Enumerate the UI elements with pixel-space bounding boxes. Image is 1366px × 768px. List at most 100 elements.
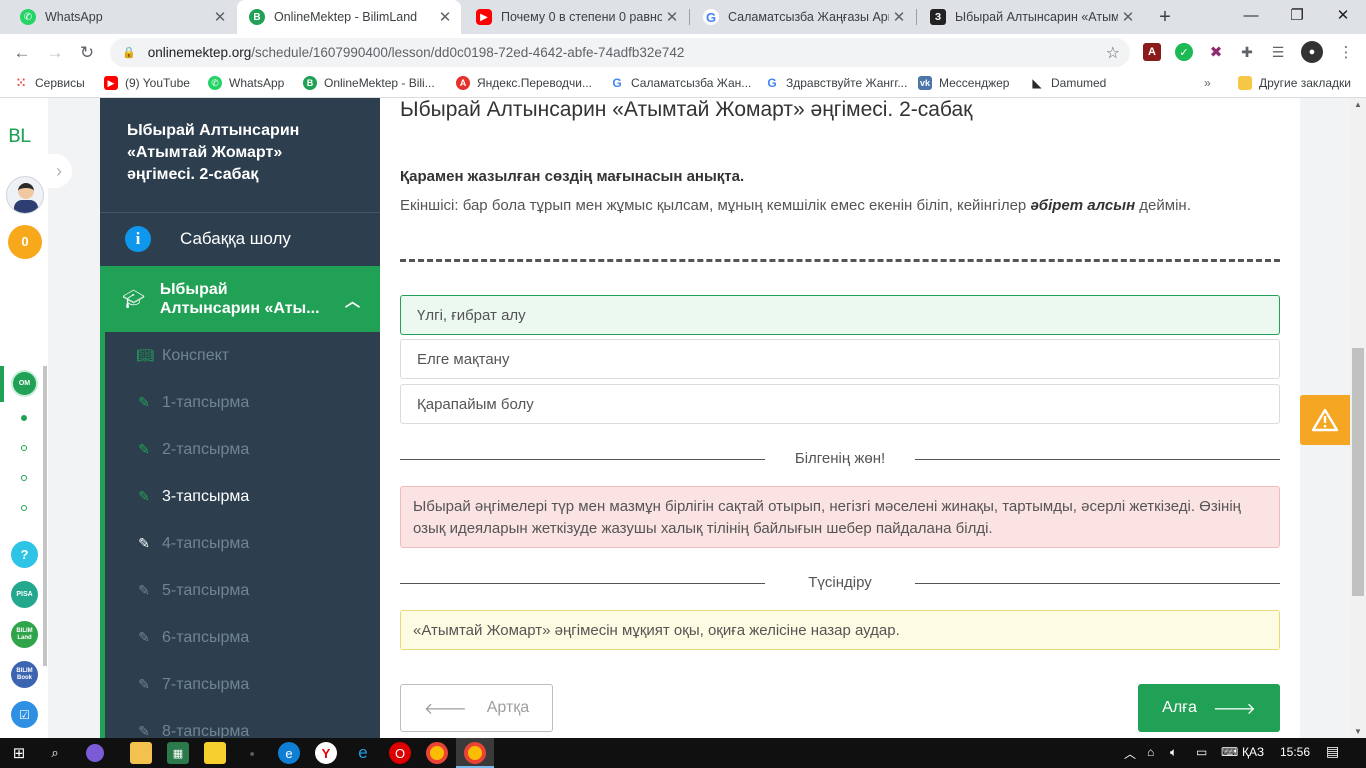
clock[interactable]: 15:56 <box>1280 745 1310 759</box>
answer-option-2[interactable]: Елге мақтану <box>400 339 1280 379</box>
new-tab-icon[interactable]: + <box>1154 6 1176 28</box>
media-queue-icon[interactable]: ☰ <box>1269 43 1287 61</box>
cross-extension-icon[interactable]: ✖ <box>1207 43 1225 61</box>
explain-heading: Түсіндіру <box>765 574 915 591</box>
scrollbar-thumb[interactable] <box>1352 348 1364 596</box>
close-icon[interactable]: ✕ <box>889 8 909 26</box>
bookmark-youtube[interactable]: ▶ (9) YouTube <box>104 76 190 90</box>
bookmark-damumed[interactable]: ◣ Damumed <box>1030 76 1106 90</box>
windows-start-icon[interactable]: ⊞ <box>8 742 30 764</box>
chrome-icon[interactable] <box>426 742 448 764</box>
sidebar-item-task-4[interactable]: ✎ 4-тапсырма <box>105 520 380 567</box>
bookmarks-overflow-icon[interactable]: » <box>1204 76 1211 90</box>
onlinemektep-icon[interactable]: OM <box>11 370 38 397</box>
opera-icon[interactable]: O <box>389 742 411 764</box>
internet-explorer-icon[interactable]: e <box>352 742 374 764</box>
coin-counter[interactable]: 0 <box>8 225 42 259</box>
bookmark-label: Мессенджер <box>939 76 1010 90</box>
rail-dot[interactable] <box>21 415 27 421</box>
yandex-browser-icon[interactable]: Y <box>315 742 337 764</box>
bookmark-google-1[interactable]: G Саламатсызба Жан... <box>610 76 751 90</box>
back-button[interactable]: 🡐 Артқа <box>400 684 553 732</box>
close-icon[interactable]: ✕ <box>662 8 682 26</box>
sidebar-item-task-7[interactable]: ✎ 7-тапсырма <box>105 661 380 708</box>
forward-arrow-icon[interactable]: → <box>43 41 67 65</box>
bookmark-google-2[interactable]: G Здравствуйте Жангг... <box>765 76 907 90</box>
bookmark-whatsapp[interactable]: ✆ WhatsApp <box>208 76 284 90</box>
file-explorer-icon[interactable] <box>130 742 152 764</box>
language-indicator[interactable]: ҚАЗ <box>1242 745 1264 759</box>
sidebar-item-konspekt[interactable]: 📖︎ Конспект <box>105 332 380 379</box>
network-icon[interactable]: ⌂ <box>1147 745 1154 759</box>
page-scrollbar[interactable]: ▲ ▼ <box>1350 98 1366 738</box>
search-icon[interactable]: ⌕ <box>44 742 66 764</box>
bilimbook-icon[interactable]: BILIM Book <box>11 661 38 688</box>
app-purple-icon[interactable] <box>86 744 104 762</box>
keyboard-icon[interactable]: ⌨ <box>1221 745 1238 759</box>
tab-whatsapp[interactable]: ✆ WhatsApp ✕ <box>8 0 236 34</box>
chevron-up-icon[interactable]: ︿ <box>345 290 360 311</box>
sidebar-item-task-2[interactable]: ✎ 2-тапсырма <box>105 426 380 473</box>
close-icon[interactable]: ✕ <box>1118 8 1138 26</box>
window-close-icon[interactable]: ✕ <box>1320 0 1366 34</box>
bookmark-vk[interactable]: vk Мессенджер <box>918 76 1009 90</box>
tab-google[interactable]: G Саламатсызба Жаңғазы Арну ✕ <box>691 0 915 34</box>
notifications-icon[interactable]: ▤ <box>1326 743 1339 760</box>
bilimland-app-icon[interactable]: BILIM Land <box>11 621 38 648</box>
chrome-active-icon[interactable] <box>464 742 486 764</box>
pisa-icon[interactable]: PISA <box>11 581 38 608</box>
other-bookmarks[interactable]: Другие закладки <box>1238 76 1351 90</box>
apps-grid-icon: ⁙ <box>14 76 28 90</box>
sidebar-item-overview[interactable]: i Сабаққа шолу <box>100 213 380 265</box>
rail-dot[interactable] <box>21 475 27 481</box>
restore-icon[interactable]: ❐ <box>1274 0 1320 34</box>
battery-icon[interactable]: ▭ <box>1196 745 1207 759</box>
expand-chevron-icon[interactable]: › <box>46 154 72 188</box>
know-box: Ыбырай әңгімелері түр мен мазмұн бірлігі… <box>400 486 1280 548</box>
scroll-up-icon[interactable]: ▲ <box>1350 100 1366 109</box>
tab-youtube[interactable]: ▶ Почему 0 в степени 0 равно ✕ <box>464 0 688 34</box>
tab-onlinemektep[interactable]: B OnlineMektep - BilimLand ✕ <box>237 0 461 34</box>
sticky-notes-icon[interactable] <box>204 742 226 764</box>
answer-option-1[interactable]: Үлгі, ғибрат алу <box>400 295 1280 335</box>
sidebar-section-lesson[interactable]: 🎓︎ Ыбырай Алтынсарин «Аты... ︿ <box>100 266 380 332</box>
close-icon[interactable]: ✕ <box>435 8 455 26</box>
rail-dot[interactable] <box>21 445 27 451</box>
bookmark-yandex[interactable]: A Яндекс.Переводчи... <box>456 76 592 90</box>
sidebar-item-task-1[interactable]: ✎ 1-тапсырма <box>105 379 380 426</box>
pdf-extension-icon[interactable]: A <box>1143 43 1161 61</box>
answer-option-3[interactable]: Қарапайым болу <box>400 384 1280 424</box>
avatar[interactable] <box>6 176 44 214</box>
help-icon[interactable]: ? <box>11 541 38 568</box>
rail-scrollbar[interactable] <box>43 366 47 666</box>
tray-up-icon[interactable]: ︿ <box>1124 745 1136 762</box>
menu-dots-icon[interactable]: ⋮ <box>1334 41 1358 65</box>
scroll-down-icon[interactable]: ▼ <box>1350 727 1366 736</box>
reload-icon[interactable]: ↻ <box>75 41 99 65</box>
sidebar-item-task-3[interactable]: ✎ 3-тапсырма <box>105 473 380 520</box>
report-warning-button[interactable] <box>1300 395 1350 445</box>
sidebar-item-task-5[interactable]: ✎ 5-тапсырма <box>105 567 380 614</box>
app-dark-icon[interactable]: ▪ <box>241 742 263 764</box>
bookmark-star-icon[interactable]: ☆ <box>1106 43 1120 63</box>
check-extension-icon[interactable]: ✓ <box>1175 43 1193 61</box>
bilimland-logo[interactable]: BL <box>8 125 31 147</box>
volume-icon[interactable]: 🔈︎ <box>1170 745 1177 760</box>
calculator-icon[interactable]: ▦ <box>167 742 189 764</box>
back-arrow-icon[interactable]: ← <box>10 41 34 65</box>
address-bar[interactable]: 🔒 onlinemektep.org/schedule/1607990400/l… <box>110 38 1130 67</box>
checklist-app-icon[interactable]: ☑ <box>11 701 38 728</box>
sidebar-item-task-8[interactable]: ✎ 8-тапсырма <box>105 708 380 739</box>
bookmark-onlinemektep[interactable]: B OnlineMektep - Bili... <box>303 76 435 90</box>
sidebar-item-label: 6-тапсырма <box>162 628 250 646</box>
tab-lesson[interactable]: З Ыбырай Алтынсарин «Атымта ✕ <box>918 0 1144 34</box>
minimize-icon[interactable]: — <box>1228 0 1274 34</box>
rail-dot[interactable] <box>21 505 27 511</box>
puzzle-icon[interactable]: ✚ <box>1238 43 1256 61</box>
next-button[interactable]: Алға 🡒 <box>1138 684 1280 732</box>
edge-icon[interactable]: e <box>278 742 300 764</box>
profile-avatar-icon[interactable]: ● <box>1301 41 1323 63</box>
sidebar-item-task-6[interactable]: ✎ 6-тапсырма <box>105 614 380 661</box>
close-icon[interactable]: ✕ <box>210 8 230 26</box>
bookmark-services[interactable]: ⁙ Сервисы <box>14 76 85 90</box>
